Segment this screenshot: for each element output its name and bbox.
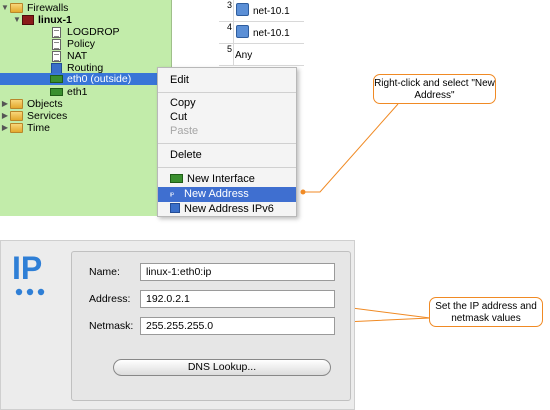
tree-item-policy[interactable]: Policy xyxy=(50,38,95,50)
menu-separator xyxy=(158,167,296,168)
tree-item-label: Objects xyxy=(27,98,63,110)
rule-object: Any xyxy=(235,50,253,61)
expand-triangle-icon[interactable]: ▶ xyxy=(0,110,10,122)
menu-hint-callout: Right-click and select "New Address" xyxy=(373,74,496,104)
folder-icon xyxy=(10,123,23,133)
ip-logo-dot xyxy=(26,288,34,296)
menu-item-copy[interactable]: Copy xyxy=(158,96,296,111)
tree-item-logdrop[interactable]: LOGDROP xyxy=(50,26,120,38)
menu-item-delete[interactable]: Delete xyxy=(158,148,296,163)
object-tree: ▼ Firewalls ▼ linux-1 LOGDROP Policy NAT… xyxy=(0,0,172,216)
table-row[interactable]: 3 net-10.1 xyxy=(219,0,304,22)
menu-item-label: New Address IPv6 xyxy=(184,203,274,215)
menu-item-new-address-ipv6[interactable]: New Address IPv6 xyxy=(158,202,296,217)
address-ipv6-icon xyxy=(170,203,180,213)
tree-item-services[interactable]: ▶ Services xyxy=(0,110,67,122)
interface-icon xyxy=(50,75,63,83)
tree-item-nat[interactable]: NAT xyxy=(50,50,87,62)
tree-item-objects[interactable]: ▶ Objects xyxy=(0,98,63,110)
rule-object: net-10.1 xyxy=(253,6,290,17)
network-icon xyxy=(236,3,249,16)
expand-triangle-icon[interactable]: ▶ xyxy=(0,98,10,110)
tree-item-label: NAT xyxy=(67,50,88,62)
table-row[interactable]: 4 net-10.1 xyxy=(219,22,304,44)
tree-item-time[interactable]: ▶ Time xyxy=(0,122,50,134)
menu-item-label: New Address xyxy=(184,188,249,200)
menu-item-cut[interactable]: Cut xyxy=(158,110,296,125)
rule-number: 5 xyxy=(226,44,232,54)
netmask-label: Netmask: xyxy=(89,320,134,332)
name-label: Name: xyxy=(89,266,120,278)
network-icon xyxy=(236,25,249,38)
interface-icon xyxy=(170,174,183,183)
tree-item-firewalls[interactable]: ▼ Firewalls xyxy=(0,2,68,14)
tree-item-label: linux-1 xyxy=(38,14,72,26)
tree-item-label: Policy xyxy=(67,38,96,50)
menu-item-paste[interactable]: Paste xyxy=(158,124,296,139)
tree-item-label: Firewalls xyxy=(27,2,69,14)
collapse-triangle-icon[interactable]: ▼ xyxy=(0,2,10,14)
dns-lookup-button[interactable]: DNS Lookup... xyxy=(113,359,331,376)
routing-icon xyxy=(51,62,62,74)
tree-item-label: eth0 (outside) xyxy=(67,73,132,85)
address-field[interactable]: 192.0.2.1 xyxy=(140,290,335,308)
fields-hint-callout: Set the IP address and netmask values xyxy=(429,297,543,327)
ip-logo-icon: IP xyxy=(12,250,45,296)
menu-item-new-address[interactable]: ᴵᴾ New Address xyxy=(158,187,296,202)
name-field[interactable]: linux-1:eth0:ip xyxy=(140,263,335,281)
menu-separator xyxy=(158,143,296,144)
collapse-triangle-icon[interactable]: ▼ xyxy=(12,14,22,26)
rules-table: 3 net-10.1 4 net-10.1 5 Any xyxy=(219,0,304,66)
menu-callout-dot xyxy=(300,189,306,195)
address-icon: ᴵᴾ xyxy=(170,193,175,200)
menu-item-edit[interactable]: Edit xyxy=(158,73,296,88)
address-label: Address: xyxy=(89,293,131,305)
policy-doc-icon xyxy=(52,50,61,62)
tree-item-label: LOGDROP xyxy=(67,26,120,38)
interface-icon xyxy=(50,88,63,96)
expand-triangle-icon[interactable]: ▶ xyxy=(0,122,10,134)
menu-callout-line xyxy=(305,103,399,193)
tree-item-eth1[interactable]: eth1 xyxy=(50,86,87,98)
netmask-field[interactable]: 255.255.255.0 xyxy=(140,317,335,335)
firewall-icon xyxy=(22,15,34,25)
rule-number: 4 xyxy=(226,22,232,32)
tree-item-label: Time xyxy=(27,122,50,134)
folder-icon xyxy=(10,3,23,13)
folder-icon xyxy=(10,111,23,121)
menu-separator xyxy=(158,92,296,93)
policy-doc-icon xyxy=(52,26,61,38)
table-row[interactable]: 5 Any xyxy=(219,44,304,66)
ip-logo-dot xyxy=(15,288,23,296)
tree-item-label: eth1 xyxy=(67,86,88,98)
rule-object: net-10.1 xyxy=(253,28,290,39)
folder-icon xyxy=(10,99,23,109)
ip-logo-dot xyxy=(37,288,45,296)
tree-item-label: Services xyxy=(27,110,68,122)
ip-logo-text: IP xyxy=(12,250,42,286)
menu-item-label: New Interface xyxy=(187,173,255,185)
context-menu: Edit Copy Cut Paste Delete New Interface… xyxy=(157,67,297,217)
menu-item-new-interface[interactable]: New Interface xyxy=(158,172,296,187)
rule-number: 3 xyxy=(226,0,232,10)
policy-doc-icon xyxy=(52,38,61,50)
tree-item-eth0[interactable]: eth0 (outside) xyxy=(0,73,171,85)
tree-item-linux-1[interactable]: ▼ linux-1 xyxy=(12,14,72,26)
